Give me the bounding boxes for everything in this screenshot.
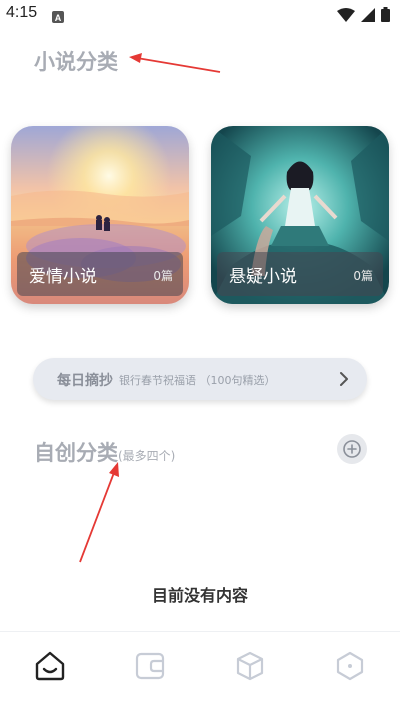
- chevron-right-icon: [340, 372, 348, 386]
- a-square-icon: A: [52, 8, 64, 27]
- home-tab[interactable]: [32, 648, 68, 684]
- status-bar: 4:15 A: [0, 0, 400, 28]
- cube-icon: [236, 651, 264, 681]
- empty-message: 目前没有内容: [151, 586, 248, 605]
- smile-house-icon: [35, 651, 65, 681]
- plus-circle-icon: [343, 440, 361, 458]
- daily-excerpt-bar[interactable]: 每日摘抄 银行春节祝福语 （100句精选）: [33, 358, 367, 400]
- custom-section-title-text: 自创分类: [34, 441, 118, 465]
- wallet-tab[interactable]: [132, 648, 168, 684]
- hexagon-icon: [336, 651, 364, 681]
- cube-tab[interactable]: [232, 648, 268, 684]
- custom-section-title: 自创分类(最多四个): [34, 437, 175, 467]
- excerpt-text: 银行春节祝福语 （100句精选）: [119, 374, 276, 387]
- battery-icon: [381, 7, 390, 22]
- novel-section-title: 小说分类: [34, 50, 118, 74]
- wifi-icon: [337, 7, 355, 22]
- excerpt-title: 每日摘抄: [57, 373, 113, 389]
- hexagon-tab[interactable]: [332, 648, 368, 684]
- category-card-mystery[interactable]: 悬疑小说 0篇: [211, 126, 389, 304]
- category-count: 0篇: [153, 269, 173, 283]
- custom-section-note: (最多四个): [118, 449, 176, 463]
- add-category-button[interactable]: [337, 434, 367, 464]
- category-label: 爱情小说: [29, 267, 97, 287]
- status-time: 4:15: [6, 4, 38, 21]
- category-label: 悬疑小说: [229, 267, 297, 287]
- bottom-tab-bar: [0, 631, 400, 710]
- wallet-icon: [135, 652, 165, 680]
- category-card-romance[interactable]: 爱情小说 0篇: [11, 126, 189, 304]
- signal-icon: [361, 7, 375, 22]
- svg-text:A: A: [55, 13, 62, 23]
- category-count: 0篇: [353, 269, 373, 283]
